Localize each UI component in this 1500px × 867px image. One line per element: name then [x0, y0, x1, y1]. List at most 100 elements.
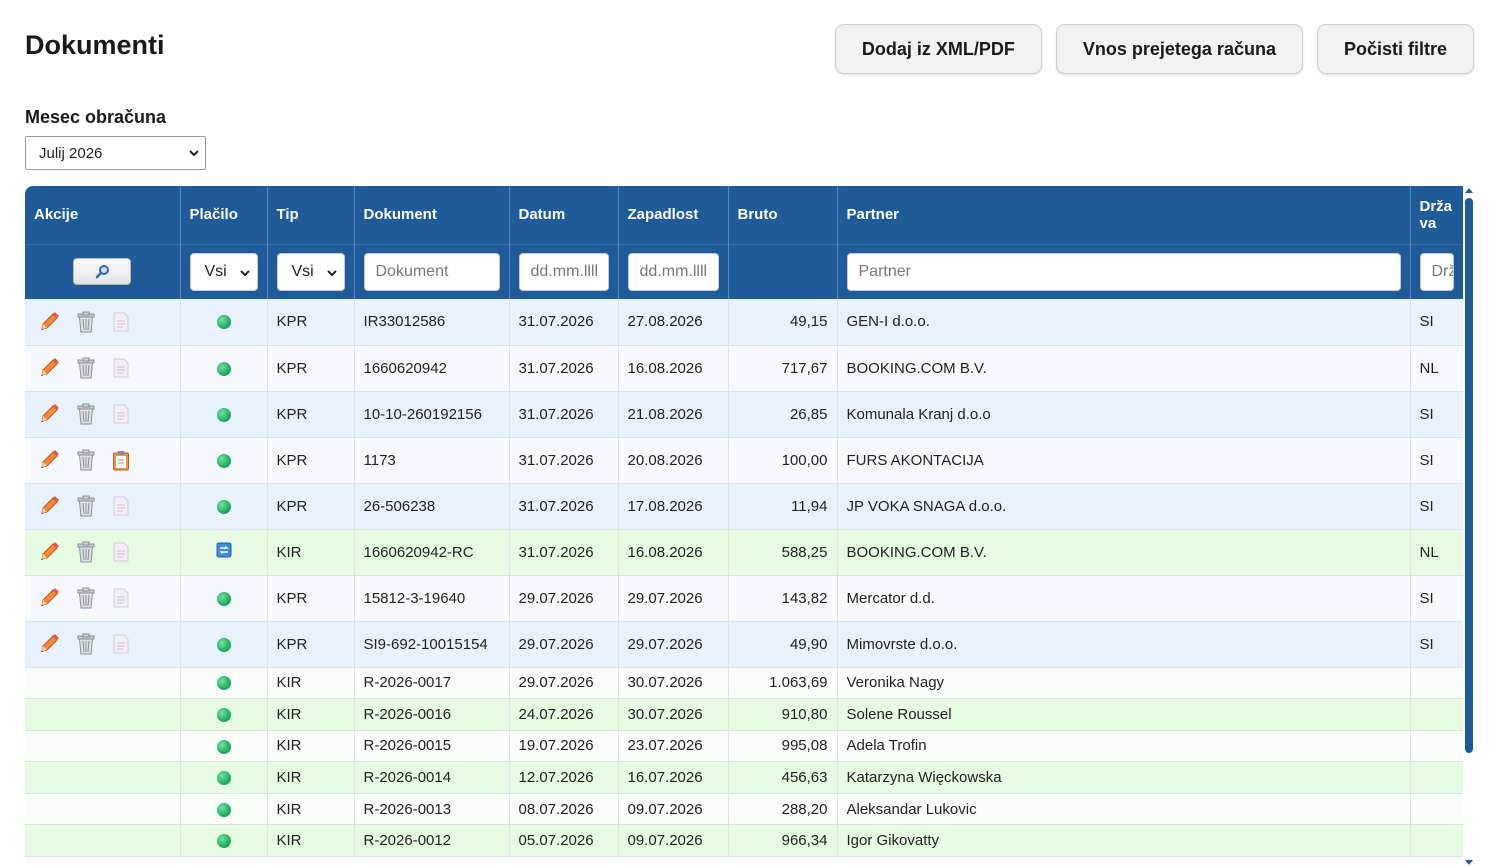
- payment-status-cell: [180, 621, 268, 668]
- column-header-due[interactable]: Zapadlost: [618, 186, 729, 244]
- table-row[interactable]: KPR IR33012586 31.07.2026 27.08.2026 49,15 GE…: [25, 299, 1463, 346]
- payment-filter-select[interactable]: Vsi: [189, 252, 258, 291]
- trash-icon[interactable]: [76, 633, 96, 655]
- country-cell: [1410, 730, 1463, 763]
- type-filter-select[interactable]: Vsi: [276, 252, 345, 291]
- document-cell: R-2026-0014: [354, 761, 510, 794]
- country-cell: [1410, 824, 1463, 858]
- clipboard-icon[interactable]: [112, 450, 130, 471]
- table-row[interactable]: KIR R-2026-0015 19.07.2026 23.07.2026 995,08…: [25, 730, 1463, 763]
- document-cell: 1660620942-RC: [354, 529, 510, 576]
- country-cell: SI: [1410, 483, 1463, 530]
- import-xml-pdf-button[interactable]: Dodaj iz XML/PDF: [834, 24, 1042, 74]
- trash-icon[interactable]: [76, 541, 96, 563]
- incoming-invoice-button[interactable]: Vnos prejetega računa: [1055, 24, 1303, 74]
- file-icon[interactable]: [112, 634, 130, 654]
- column-header-document[interactable]: Dokument: [354, 186, 510, 244]
- table-row[interactable]: KPR 1173 31.07.2026 20.08.2026 100,00 FURS AK…: [25, 437, 1463, 484]
- column-header-type[interactable]: Tip: [267, 186, 355, 244]
- column-header-gross[interactable]: Bruto: [728, 186, 838, 244]
- edit-pencil-icon[interactable]: [38, 357, 60, 379]
- type-cell: KIR: [267, 529, 355, 576]
- paid-status-dot-icon: [216, 802, 231, 817]
- table-row[interactable]: KPR 10-10-260192156 31.07.2026 21.08.2026 26…: [25, 391, 1463, 438]
- gross-amount-cell: 143,82: [728, 575, 838, 622]
- table-row[interactable]: KIR R-2026-0017 29.07.2026 30.07.2026 1.063,…: [25, 667, 1463, 700]
- table-row[interactable]: KIR R-2026-0012 05.07.2026 09.07.2026 966,34…: [25, 824, 1463, 858]
- table-row[interactable]: KPR 1660620942 31.07.2026 16.08.2026 717,67 B…: [25, 345, 1463, 392]
- column-header-country[interactable]: Drža va: [1410, 186, 1463, 244]
- country-cell: SI: [1410, 299, 1463, 346]
- gross-amount-cell: 910,80: [728, 698, 838, 731]
- table-row[interactable]: KPR 15812-3-19640 29.07.2026 29.07.2026 143,…: [25, 575, 1463, 622]
- type-cell: KIR: [267, 761, 355, 794]
- column-header-payment[interactable]: Plačilo: [180, 186, 268, 244]
- document-cell: 10-10-260192156: [354, 391, 510, 438]
- file-icon[interactable]: [112, 496, 130, 516]
- country-filter-input[interactable]: Država: [1419, 252, 1454, 291]
- edit-pencil-icon[interactable]: [38, 541, 60, 563]
- partner-cell: BOOKING.COM B.V.: [837, 345, 1411, 392]
- search-icon: [96, 264, 110, 278]
- file-icon[interactable]: [112, 542, 130, 562]
- file-icon[interactable]: [112, 588, 130, 608]
- table-row[interactable]: KIR 1660620942-RC 31.07.2026 16.08.2026 588,…: [25, 529, 1463, 576]
- partner-cell: Katarzyna Więckowska: [837, 761, 1411, 794]
- document-filter-input[interactable]: Dokument: [363, 252, 500, 291]
- date-filter-input[interactable]: dd.mm.llll: [518, 252, 609, 291]
- edit-pencil-icon[interactable]: [38, 449, 60, 471]
- table-body: KPR IR33012586 31.07.2026 27.08.2026 49,15 GE…: [25, 299, 1463, 858]
- file-icon[interactable]: [112, 312, 130, 332]
- paid-status-dot-icon: [216, 591, 231, 606]
- partner-filter-input[interactable]: Partner: [846, 252, 1401, 291]
- edit-pencil-icon[interactable]: [38, 587, 60, 609]
- document-cell: R-2026-0015: [354, 730, 510, 763]
- trash-icon[interactable]: [76, 357, 96, 379]
- table-row[interactable]: KIR R-2026-0013 08.07.2026 09.07.2026 288,20…: [25, 793, 1463, 826]
- file-icon[interactable]: [112, 404, 130, 424]
- partner-cell: Igor Gikovatty: [837, 824, 1411, 858]
- due-date-cell: 09.07.2026: [618, 793, 729, 826]
- trash-icon[interactable]: [76, 311, 96, 333]
- gross-amount-cell: 49,90: [728, 621, 838, 668]
- actions-cell: [25, 483, 181, 530]
- country-cell: SI: [1410, 621, 1463, 668]
- actions-cell: [25, 575, 181, 622]
- due-date-cell: 21.08.2026: [618, 391, 729, 438]
- payment-status-cell: [180, 529, 268, 576]
- table-row[interactable]: KPR SI9-692-10015154 29.07.2026 29.07.2026 4…: [25, 621, 1463, 668]
- table-row[interactable]: KIR R-2026-0016 24.07.2026 30.07.2026 910,80…: [25, 698, 1463, 731]
- search-button[interactable]: [73, 258, 132, 286]
- partner-cell: Veronika Nagy: [837, 667, 1411, 700]
- due-date-cell: 16.07.2026: [618, 761, 729, 794]
- due-date-filter-input[interactable]: dd.mm.llll: [627, 252, 719, 291]
- table-row[interactable]: KPR 26-506238 31.07.2026 17.08.2026 11,94 JP …: [25, 483, 1463, 530]
- edit-pencil-icon[interactable]: [38, 633, 60, 655]
- column-header-partner[interactable]: Partner: [837, 186, 1411, 244]
- document-cell: 26-506238: [354, 483, 510, 530]
- paid-status-dot-icon: [216, 499, 231, 514]
- file-icon[interactable]: [112, 358, 130, 378]
- gross-amount-cell: 11,94: [728, 483, 838, 530]
- scrollbar-thumb[interactable]: [1465, 198, 1473, 753]
- paid-status-dot-icon: [216, 637, 231, 652]
- trash-icon[interactable]: [76, 449, 96, 471]
- column-header-date[interactable]: Datum: [509, 186, 619, 244]
- due-date-cell: 30.07.2026: [618, 698, 729, 731]
- edit-pencil-icon[interactable]: [38, 311, 60, 333]
- date-cell: 31.07.2026: [509, 437, 619, 484]
- table-scrollbar[interactable]: [1463, 186, 1477, 867]
- trash-icon[interactable]: [76, 403, 96, 425]
- actions-cell: [25, 730, 181, 763]
- date-cell: 31.07.2026: [509, 391, 619, 438]
- edit-pencil-icon[interactable]: [38, 495, 60, 517]
- table-row[interactable]: KIR R-2026-0014 12.07.2026 16.07.2026 456,63…: [25, 761, 1463, 794]
- clear-filters-button[interactable]: Počisti filtre: [1316, 24, 1474, 74]
- paid-status-dot-icon: [216, 361, 231, 376]
- trash-icon[interactable]: [76, 587, 96, 609]
- edit-pencil-icon[interactable]: [38, 403, 60, 425]
- date-cell: 31.07.2026: [509, 299, 619, 346]
- month-select[interactable]: Julij 2026: [25, 136, 206, 170]
- trash-icon[interactable]: [76, 495, 96, 517]
- country-cell: [1410, 667, 1463, 700]
